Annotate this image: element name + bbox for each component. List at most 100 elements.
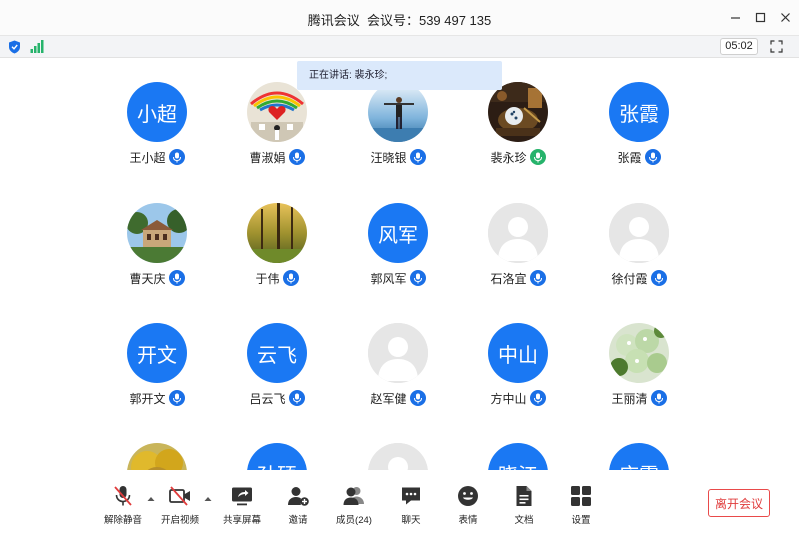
video-off-icon	[169, 486, 190, 506]
participant-tile[interactable]: 曹淑娟	[217, 82, 337, 182]
participant-name-row: 王小超	[97, 149, 217, 165]
chat-icon	[402, 487, 420, 505]
mic-icon	[288, 149, 305, 165]
participant-name: 曹淑娟	[249, 150, 286, 165]
participant-name-row: 于伟	[217, 270, 337, 286]
close-button[interactable]	[776, 8, 794, 26]
participant-tile[interactable]: 石洛宜	[458, 203, 578, 303]
chat-button[interactable]: 聊天	[383, 484, 439, 528]
participant-tile[interactable]: 风军 郭风军	[338, 203, 458, 303]
participant-name-row: 方中山	[458, 390, 578, 406]
avatar: 晓江	[488, 443, 548, 470]
avatar: 小超	[127, 82, 187, 142]
participant-tile[interactable]	[338, 443, 458, 470]
avatar: 开文	[127, 323, 187, 383]
participant-tile[interactable]: 王丽清	[579, 323, 699, 423]
participant-tile[interactable]: 晓江	[458, 443, 578, 470]
participant-tile[interactable]: 于伟	[217, 203, 337, 303]
share-screen-icon	[232, 487, 252, 506]
participant-tile[interactable]: 赵军健	[338, 323, 458, 423]
window-title: 腾讯会议 会议号：539 497 135	[307, 13, 492, 28]
start-video-label: 开启视频	[160, 515, 199, 526]
avatar	[368, 323, 428, 383]
avatar	[488, 82, 548, 142]
members-button[interactable]: 成员(24)	[326, 484, 382, 528]
participant-tile[interactable]: 中山 方中山	[458, 323, 578, 423]
minimize-icon	[730, 16, 740, 19]
participant-name: 王小超	[129, 150, 166, 165]
users-icon	[343, 487, 364, 505]
participant-tile[interactable]: 张霞 张霞	[579, 82, 699, 182]
avatar	[368, 443, 428, 470]
participant-tile[interactable]: 孙硕	[217, 443, 337, 470]
mic-icon	[644, 149, 661, 165]
avatar: 孙硕	[247, 443, 307, 470]
smile-icon	[458, 486, 478, 506]
mic-icon	[282, 270, 299, 286]
minimize-button[interactable]	[726, 8, 744, 26]
document-icon	[516, 486, 532, 506]
mic-icon	[529, 390, 546, 406]
settings-label: 设置	[571, 515, 591, 526]
video-options-chevron-icon[interactable]	[204, 496, 212, 502]
participant-name: 王丽清	[611, 391, 648, 406]
close-icon	[780, 12, 790, 22]
participant-name: 裴永珍	[490, 150, 527, 165]
invite-label: 邀请	[288, 515, 308, 526]
participant-name-row: 石洛宜	[458, 270, 578, 286]
chat-label: 聊天	[401, 515, 421, 526]
participant-name-row: 赵军健	[338, 390, 458, 406]
grid-icon	[571, 486, 591, 506]
title-bar: 腾讯会议 会议号：539 497 135	[0, 0, 799, 36]
start-video-button[interactable]: 开启视频	[152, 484, 208, 528]
mic-icon	[409, 270, 426, 286]
maximize-icon	[755, 12, 765, 22]
add-user-icon	[288, 487, 309, 506]
participant-name: 方中山	[490, 391, 527, 406]
reactions-button[interactable]: 表情	[440, 484, 496, 528]
settings-button[interactable]: 设置	[553, 484, 609, 528]
share-screen-button[interactable]: 共享屏幕	[214, 484, 270, 528]
participant-name: 赵军健	[370, 391, 407, 406]
avatar	[609, 323, 669, 383]
mic-icon	[529, 270, 546, 286]
participant-tile[interactable]: 开文 郭开文	[97, 323, 217, 423]
security-shield-icon[interactable]	[8, 40, 21, 54]
maximize-button[interactable]	[751, 8, 769, 26]
mic-icon	[288, 390, 305, 406]
avatar: 云飞	[247, 323, 307, 383]
docs-button[interactable]: 文档	[496, 484, 552, 528]
fullscreen-icon[interactable]	[770, 40, 783, 53]
mic-icon	[168, 390, 185, 406]
participant-name-row: 郭风军	[338, 270, 458, 286]
avatar: 张霞	[609, 82, 669, 142]
docs-label: 文档	[514, 515, 534, 526]
invite-button[interactable]: 邀请	[270, 484, 326, 528]
participant-tile[interactable]: 裴永珍	[458, 82, 578, 182]
mic-off-icon	[114, 486, 132, 506]
meeting-timer: 05:02	[720, 38, 758, 55]
participant-tile[interactable]: 小超 王小超	[97, 82, 217, 182]
participant-name-row: 郭开文	[97, 390, 217, 406]
participant-tile[interactable]: 汪晓银	[338, 82, 458, 182]
participant-grid: 小超 王小超 曹淑娟 汪晓银 裴永珍 张霞 张霞 曹天庆 于伟 风军 郭风军 石洛宜 徐付霞 开文 郭开文云…	[0, 58, 799, 470]
avatar	[247, 82, 307, 142]
avatar: 中山	[488, 323, 548, 383]
participant-tile[interactable]: 徐付霞	[579, 203, 699, 303]
network-signal-icon[interactable]	[30, 40, 44, 53]
participant-name: 曹天庆	[129, 271, 166, 286]
status-bar: 05:02	[0, 36, 799, 58]
participant-name: 徐付霞	[611, 271, 648, 286]
participant-tile[interactable]: 庆霞	[579, 443, 699, 470]
participant-name: 郭风军	[370, 271, 407, 286]
participant-name-row: 裴永珍	[458, 149, 578, 165]
participant-tile[interactable]	[97, 443, 217, 470]
leave-meeting-button[interactable]: 离开会议	[708, 489, 770, 517]
participant-tile[interactable]: 曹天庆	[97, 203, 217, 303]
participant-name: 郭开文	[129, 391, 166, 406]
avatar: 风军	[368, 203, 428, 263]
unmute-button[interactable]: 解除静音	[95, 484, 151, 528]
participant-tile[interactable]: 云飞 吕云飞	[217, 323, 337, 423]
participant-name: 石洛宜	[490, 271, 527, 286]
bottom-toolbar: 解除静音 开启视频 共享屏幕 邀请 成员(24) 聊天 表情 文档 设置 离开会…	[0, 470, 799, 533]
